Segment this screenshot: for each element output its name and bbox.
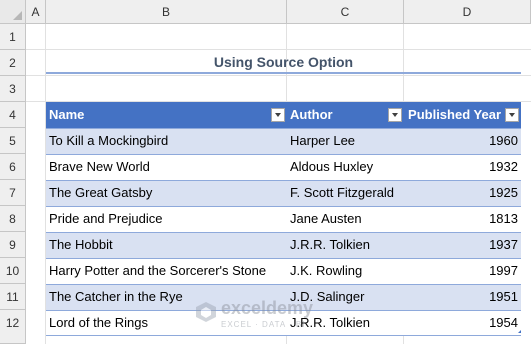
row-divider [46, 206, 521, 207]
row-divider [46, 232, 521, 233]
cell-name[interactable]: Pride and Prejudice [46, 206, 287, 232]
filter-dropdown-icon[interactable] [388, 108, 402, 122]
header-published-year[interactable]: Published Year [404, 102, 521, 128]
header-name[interactable]: Name [46, 102, 287, 128]
row-header-12[interactable]: 12 [0, 310, 26, 344]
row-header-8[interactable]: 8 [0, 206, 26, 232]
sheet-title: Using Source Option [213, 54, 354, 70]
cell-name[interactable]: Harry Potter and the Sorcerer's Stone [46, 258, 287, 284]
cell-name[interactable]: The Hobbit [46, 232, 287, 258]
cell-year[interactable]: 1932 [404, 154, 521, 180]
column-header-d[interactable]: D [404, 0, 531, 24]
gridline [26, 75, 531, 76]
cell-year[interactable]: 1813 [404, 206, 521, 232]
row-divider [46, 335, 521, 336]
watermark-name: exceldemy [221, 298, 314, 318]
table-header-row: Name Author Published Year [46, 102, 521, 128]
table-row[interactable]: The Great Gatsby F. Scott Fitzgerald 192… [46, 180, 521, 206]
filter-dropdown-icon[interactable] [505, 108, 519, 122]
table-row[interactable]: Pride and Prejudice Jane Austen 1813 [46, 206, 521, 232]
row-header-11[interactable]: 11 [0, 284, 26, 310]
cell-author[interactable]: J.K. Rowling [287, 258, 404, 284]
row-header-6[interactable]: 6 [0, 154, 26, 180]
table-row[interactable]: Harry Potter and the Sorcerer's Stone J.… [46, 258, 521, 284]
cell-year[interactable]: 1925 [404, 180, 521, 206]
table-row[interactable]: The Hobbit J.R.R. Tolkien 1937 [46, 232, 521, 258]
table-row[interactable]: To Kill a Mockingbird Harper Lee 1960 [46, 128, 521, 154]
row-divider [46, 284, 521, 285]
row-divider [46, 180, 521, 181]
cell-author[interactable]: F. Scott Fitzgerald [287, 180, 404, 206]
cell-year[interactable]: 1960 [404, 128, 521, 154]
table-resize-handle-icon[interactable] [518, 330, 521, 333]
cell-author[interactable]: J.R.R. Tolkien [287, 232, 404, 258]
column-header-a[interactable]: A [26, 0, 46, 24]
row-header-2[interactable]: 2 [0, 50, 26, 76]
filter-dropdown-icon[interactable] [271, 108, 285, 122]
row-header-1[interactable]: 1 [0, 24, 26, 50]
row-header-3[interactable]: 3 [0, 76, 26, 102]
table-row[interactable]: Brave New World Aldous Huxley 1932 [46, 154, 521, 180]
cell-year[interactable]: 1937 [404, 232, 521, 258]
cell-author[interactable]: Harper Lee [287, 128, 404, 154]
row-header-7[interactable]: 7 [0, 180, 26, 206]
column-header-b[interactable]: B [46, 0, 287, 24]
row-divider [46, 154, 521, 155]
row-header-9[interactable]: 9 [0, 232, 26, 258]
cell-year[interactable]: 1951 [404, 284, 521, 310]
cell-name[interactable]: To Kill a Mockingbird [46, 128, 287, 154]
column-header-c[interactable]: C [287, 0, 404, 24]
cell-name[interactable]: Brave New World [46, 154, 287, 180]
cell-year[interactable]: 1954 [404, 310, 521, 336]
header-author[interactable]: Author [287, 102, 404, 128]
spreadsheet: A B C D 1 2 3 4 5 6 7 8 9 10 11 12 Using… [0, 0, 531, 344]
title-underline [46, 72, 521, 74]
cell-name[interactable]: The Great Gatsby [46, 180, 287, 206]
select-all-corner[interactable] [0, 0, 26, 24]
row-header-5[interactable]: 5 [0, 128, 26, 154]
row-divider [46, 128, 521, 129]
watermark: exceldemy EXCEL · DATA · BI [195, 298, 325, 334]
cell-year[interactable]: 1997 [404, 258, 521, 284]
select-all-triangle-icon [13, 11, 22, 20]
row-header-10[interactable]: 10 [0, 258, 26, 284]
row-header-4[interactable]: 4 [0, 102, 26, 128]
exceldemy-logo-icon [196, 302, 216, 322]
watermark-tagline: EXCEL · DATA · BI [221, 320, 306, 329]
row-divider [46, 258, 521, 259]
cell-author[interactable]: Jane Austen [287, 206, 404, 232]
cell-author[interactable]: Aldous Huxley [287, 154, 404, 180]
